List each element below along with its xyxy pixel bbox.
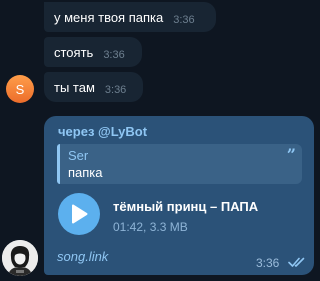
message-time: 3:36	[103, 49, 125, 61]
double-check-icon	[288, 257, 305, 267]
avatar-letter: S	[15, 81, 25, 97]
chat-area: у меня твоя папка 3:36 стоять 3:36 ты та…	[0, 0, 317, 281]
avatar-image	[2, 240, 38, 276]
play-button[interactable]	[58, 193, 100, 235]
via-bot-label[interactable]: через @LyBot	[58, 124, 147, 139]
play-icon	[72, 204, 88, 224]
message-bubble[interactable]: у меня твоя папка 3:36	[44, 2, 216, 32]
track-title: тёмный принц – ПАПА	[113, 199, 259, 214]
reply-quote[interactable]: Ser папка ”	[57, 144, 302, 184]
message-time: 3:36	[173, 14, 195, 26]
quote-icon: ”	[286, 145, 296, 164]
message-time: 3:36	[256, 256, 280, 270]
sender-avatar[interactable]: S	[6, 75, 34, 103]
message-bubble[interactable]: стоять 3:36	[44, 37, 142, 67]
song-link[interactable]: song.link	[57, 249, 108, 264]
message-text: стоять	[54, 44, 94, 60]
message-text: у меня твоя папка	[54, 9, 164, 25]
user-avatar[interactable]	[2, 240, 38, 276]
message-text: ты там	[54, 79, 95, 95]
message-time: 3:36	[104, 84, 127, 96]
message-bubble[interactable]: ты там 3:36	[44, 72, 143, 102]
quote-author: Ser	[68, 148, 89, 163]
track-meta: 01:42, 3.3 MB	[113, 220, 188, 234]
forwarded-audio-message[interactable]: через @LyBot Ser папка ” тёмный принц – …	[44, 116, 314, 275]
quote-text: папка	[68, 165, 103, 180]
